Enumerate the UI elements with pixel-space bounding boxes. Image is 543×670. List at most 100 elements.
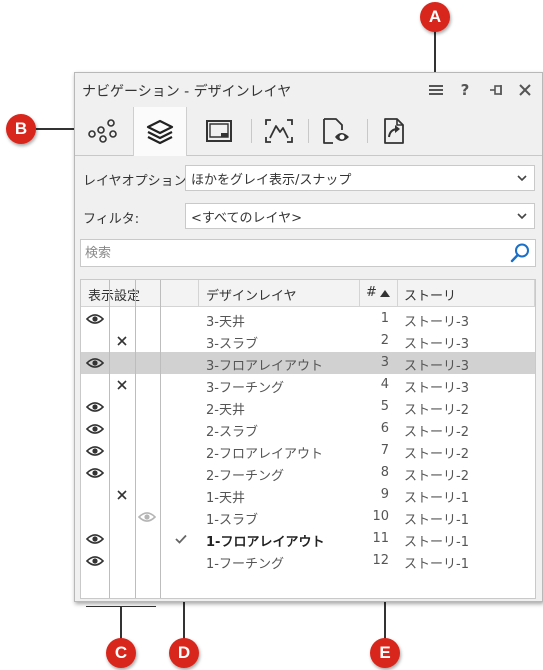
layer-name: 1-フーチング [206,557,284,572]
table-row[interactable]: 2-スラブ 6 ストーリ-2 [81,418,535,440]
layer-number: 12 [372,553,389,568]
sheet-layer-icon [206,120,232,142]
table-row[interactable]: 1-天井 9 ストーリ-1 [81,484,535,506]
eye-icon[interactable] [85,529,105,549]
layer-options-label: レイヤオプション: [83,174,191,189]
tab-viewports[interactable] [253,107,305,155]
layer-number: 6 [380,421,389,436]
help-icon[interactable]: ? [454,79,476,101]
active-layer-check-icon [171,529,191,549]
layer-story: ストーリ-2 [404,425,469,440]
sort-ascending-icon [380,290,390,297]
layer-name: 3-天井 [206,315,245,330]
layer-number: 1 [380,311,389,326]
tab-sheet-layers[interactable] [193,107,245,155]
layer-name: 3-フロアレイアウト [206,359,323,374]
layer-number: 11 [372,531,389,546]
layer-name: 2-天井 [206,403,245,418]
layer-name: 1-フロアレイアウト [206,535,325,550]
title-bar: ナビゲーション - デザインレイヤ ? [75,73,542,107]
layer-story: ストーリ-3 [404,315,469,330]
table-row[interactable]: 3-フーチング 4 ストーリ-3 [81,374,535,396]
layer-story: ストーリ-2 [404,403,469,418]
layer-story: ストーリ-1 [404,535,469,550]
hidden-x-icon[interactable] [112,485,132,505]
layer-story: ストーリ-1 [404,557,469,572]
layer-number: 9 [380,487,389,502]
eye-icon[interactable] [85,551,105,571]
tab-classes[interactable] [77,107,129,155]
chevron-down-icon [517,213,527,220]
eye-icon[interactable] [85,419,105,439]
layer-number: 3 [380,355,389,370]
viewport-icon [265,119,293,143]
layer-name: 3-スラブ [206,337,258,352]
callout-c-line-vertical [120,606,122,642]
callout-b: B [6,114,36,144]
tab-design-layers[interactable] [133,107,187,156]
filter-value: <すべてのレイヤ> [191,211,302,226]
tab-saved-views[interactable] [310,107,362,155]
search-input[interactable] [83,242,507,264]
column-story-header[interactable]: ストーリ [404,285,456,304]
eye-icon[interactable] [85,441,105,461]
layer-number: 4 [380,377,389,392]
layer-story: ストーリ-1 [404,513,469,528]
table-row[interactable]: 3-天井 1 ストーリ-3 [81,308,535,330]
column-layer-header[interactable]: デザインレイヤ [206,285,297,304]
layers-icon [146,119,174,144]
column-divider [135,280,136,598]
tab-bar [75,107,542,156]
chevron-down-icon [517,175,527,182]
layer-name: 2-フロアレイアウト [206,447,323,462]
layer-name: 3-フーチング [206,381,284,396]
close-icon[interactable] [514,79,536,101]
table-row[interactable]: 2-天井 5 ストーリ-2 [81,396,535,418]
classes-icon [88,119,117,143]
layer-options-value: ほかをグレイ表示/スナップ [191,173,352,188]
table-row[interactable]: 2-フロアレイアウト 7 ストーリ-2 [81,440,535,462]
pin-icon[interactable] [485,79,507,101]
search-box [80,239,536,267]
column-visibility-header[interactable]: 表示設定 [88,285,140,304]
table-header: 表示設定 デザインレイヤ # ストーリ [81,280,535,307]
layer-number: 2 [380,333,389,348]
callout-e: E [370,638,400,668]
filter-label: フィルタ: [83,212,140,227]
layer-story: ストーリ-2 [404,447,469,462]
hidden-x-icon[interactable] [112,375,132,395]
gray-eye-icon[interactable] [137,507,157,527]
navigation-panel: ナビゲーション - デザインレイヤ ? レイヤオプション: ほかをグレイ表示/ス… [74,72,543,602]
layer-name: 2-スラブ [206,425,258,440]
eye-icon[interactable] [85,397,105,417]
table-row[interactable]: 2-フーチング 8 ストーリ-2 [81,462,535,484]
layer-number: 7 [380,443,389,458]
layer-story: ストーリ-2 [404,469,469,484]
layer-name: 2-フーチング [206,469,284,484]
column-divider [109,280,110,598]
table-row[interactable]: 1-スラブ 10 ストーリ-1 [81,506,535,528]
header-separator [359,280,360,306]
table-row[interactable]: 3-フロアレイアウト 3 ストーリ-3 [81,352,535,374]
filter-dropdown[interactable]: <すべてのレイヤ> [185,203,535,229]
eye-icon[interactable] [85,353,105,373]
tab-separator [367,119,368,143]
tab-referenced-files[interactable] [369,107,421,155]
menu-icon[interactable] [425,79,447,101]
eye-icon[interactable] [85,309,105,329]
header-separator [397,280,398,306]
layer-number: 5 [380,399,389,414]
layer-number: 10 [372,509,389,524]
hidden-x-icon[interactable] [112,331,132,351]
layer-name: 1-スラブ [206,513,258,528]
layer-options-dropdown[interactable]: ほかをグレイ表示/スナップ [185,165,535,191]
table-row[interactable]: 1-フロアレイアウト 11 ストーリ-1 [81,528,535,550]
eye-icon[interactable] [85,463,105,483]
callout-c: C [106,638,136,668]
search-icon[interactable] [509,242,531,264]
referenced-file-icon [384,118,404,144]
table-row[interactable]: 1-フーチング 12 ストーリ-1 [81,550,535,572]
column-divider [160,280,161,598]
column-number-header[interactable]: # [366,285,377,300]
table-row[interactable]: 3-スラブ 2 ストーリ-3 [81,330,535,352]
